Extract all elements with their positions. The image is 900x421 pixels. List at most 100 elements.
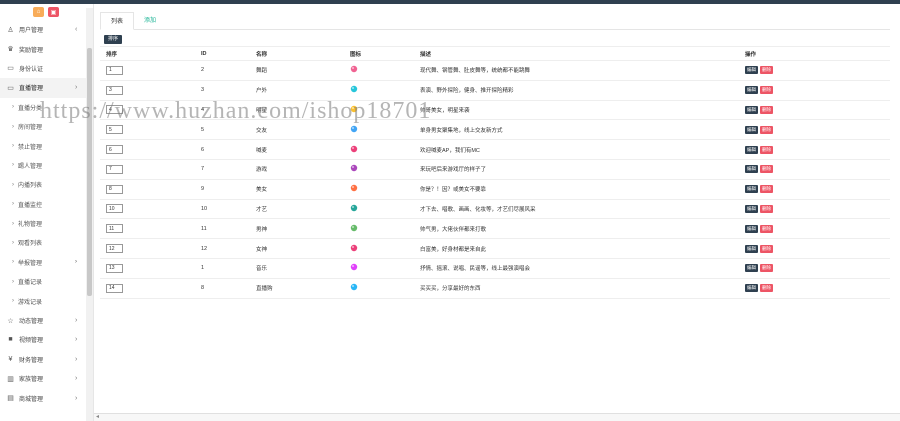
cell-name: 音乐 [250, 258, 344, 279]
sidebar-subitem[interactable]: › 观看列表 [0, 233, 93, 252]
cell-name: 喊麦 [250, 139, 344, 160]
sort-order-input[interactable] [106, 145, 123, 155]
sort-order-input[interactable] [106, 85, 123, 95]
sidebar-item[interactable]: ♛ 奖励管理 [0, 39, 93, 58]
cell-name: 游戏 [250, 159, 344, 180]
sidebar-item-label: 商城管理 [19, 396, 44, 403]
tab-list[interactable]: 列表 [100, 12, 135, 30]
sidebar-item[interactable]: ▭ 直播管理 › [0, 78, 93, 98]
sidebar-item[interactable]: ☆ 动态管理 › [0, 311, 93, 330]
caret-right-icon: › [12, 220, 14, 227]
sidebar-subitem[interactable]: › 直播记录 [0, 272, 93, 291]
edit-button[interactable]: 编辑 [745, 165, 758, 174]
edit-button[interactable]: 编辑 [745, 244, 758, 253]
category-icon [350, 283, 358, 291]
sort-order-input[interactable] [106, 244, 123, 254]
sort-order-input[interactable] [106, 224, 123, 234]
edit-button[interactable]: 编辑 [745, 125, 758, 134]
edit-button[interactable]: 编辑 [745, 204, 758, 213]
cell-name: 舞蹈 [250, 60, 344, 81]
category-icon [350, 184, 358, 192]
sidebar-item-label: 身份认证 [19, 66, 44, 73]
cell-actions: 编辑 删除 [739, 179, 890, 200]
chevron-icon: › [75, 355, 78, 363]
cell-desc: 现代舞、钢管舞、肚皮舞等，统统都不能跳舞 [414, 60, 739, 81]
delete-button[interactable]: 删除 [760, 284, 773, 293]
sort-order-input[interactable] [106, 65, 123, 75]
cell-desc: 买买买，分享最好的东西 [414, 278, 739, 299]
sidebar-item[interactable]: ▤ 商城管理 › [0, 388, 93, 407]
sort-order-input[interactable] [106, 164, 123, 174]
sidebar-scrollbar[interactable] [86, 8, 93, 421]
sidebar-scrollbar-thumb[interactable] [87, 48, 92, 296]
sidebar-subitem[interactable]: › 内播列表 [0, 175, 93, 194]
cell-icon [344, 218, 414, 240]
home-icon[interactable]: ⌂ [33, 7, 44, 17]
sidebar-item-label: 直播监控 [18, 202, 43, 209]
edit-button[interactable]: 编辑 [745, 284, 758, 293]
delete-button[interactable]: 删除 [760, 185, 773, 194]
sort-button[interactable]: 排序 [104, 35, 123, 44]
delete-button[interactable]: 删除 [760, 145, 773, 154]
cell-desc: 才下去、唱歌、画画、化妆等，才艺们尽展风采 [414, 199, 739, 220]
tab-add[interactable]: 添加 [134, 12, 166, 30]
cell-desc: 抒情、摇滚、说唱、民谣等，线上最强演唱会 [414, 258, 739, 279]
sort-order-input[interactable] [106, 125, 123, 135]
sort-order-input[interactable] [106, 283, 123, 293]
delete-button[interactable]: 删除 [760, 264, 773, 273]
delete-button[interactable]: 删除 [760, 244, 773, 253]
edit-button[interactable]: 编辑 [745, 224, 758, 233]
header-icon: 图标 [344, 46, 414, 61]
cell-sort [100, 238, 195, 259]
cell-desc: 来玩吧后来游戏厅的样子了 [414, 159, 739, 180]
sidebar-item[interactable]: ♙ 用户管理 ‹ [0, 20, 93, 39]
delete-button[interactable]: 删除 [760, 66, 773, 75]
cell-desc: 帅气男，大佬伙伴都来打歌 [414, 218, 739, 240]
trash-icon[interactable]: ▣ [48, 7, 59, 17]
edit-button[interactable]: 编辑 [745, 264, 758, 273]
sidebar-item[interactable]: ■ 视频管理 › [0, 330, 93, 349]
delete-button[interactable]: 删除 [760, 204, 773, 213]
edit-button[interactable]: 编辑 [745, 105, 758, 114]
cell-desc: 帅哥美女，明星来袭 [414, 100, 739, 121]
edit-button[interactable]: 编辑 [745, 185, 758, 194]
chevron-icon: › [75, 84, 78, 92]
sidebar-item[interactable]: ▥ 家族管理 › [0, 369, 93, 388]
edit-button[interactable]: 编辑 [745, 145, 758, 154]
sidebar-subitem[interactable]: › 直播监控 [0, 195, 93, 214]
sort-order-input[interactable] [106, 184, 123, 194]
cell-actions: 编辑 删除 [739, 139, 890, 160]
delete-button[interactable]: 删除 [760, 105, 773, 114]
sidebar-item[interactable]: ¥ 财务管理 › [0, 350, 93, 369]
category-icon [350, 145, 358, 152]
scroll-left-icon[interactable]: ◂ [96, 413, 99, 420]
cell-id: 2 [195, 60, 250, 81]
cell-desc: 你是？！因？或美女不要靠 [414, 179, 739, 200]
cell-name: 男神 [250, 218, 344, 240]
sidebar-subitem[interactable]: › 举报管理 › [0, 253, 93, 272]
horizontal-scrollbar[interactable]: ◂ [94, 413, 900, 421]
delete-button[interactable]: 删除 [760, 125, 773, 134]
sidebar-item-label: 游戏记录 [18, 299, 43, 306]
table-row: 6喊麦欢迎喊麦AP，我们有MC编辑删除 [100, 139, 890, 160]
sort-order-input[interactable] [106, 263, 123, 273]
sidebar-item-label: 禁止管理 [18, 144, 43, 151]
sidebar-subitem[interactable]: › 游戏记录 [0, 291, 93, 310]
delete-button[interactable]: 删除 [760, 165, 773, 174]
category-icon [350, 165, 358, 172]
edit-button[interactable]: 编辑 [745, 66, 758, 75]
table-row: 8直播购 买买买，分享最好的东西编辑删除 [100, 278, 890, 299]
yen-icon: ¥ [8, 355, 13, 363]
delete-button[interactable]: 删除 [760, 224, 773, 233]
sidebar-subitem[interactable]: › 礼物管理 [0, 214, 93, 233]
category-table: 排序 ID 名称 图标 描述 操作 2舞蹈 现代舞、钢管舞、肚皮舞等，统统都不能跳… [100, 46, 890, 299]
sidebar-item[interactable]: ▭ 身份认证 [0, 59, 93, 78]
sidebar-item-label: 观看列表 [18, 241, 43, 248]
sidebar-subitem[interactable]: › 禁止管理 [0, 136, 93, 155]
sidebar-subitem[interactable]: › 踢人管理 [0, 156, 93, 175]
cell-sort [100, 218, 195, 240]
delete-button[interactable]: 删除 [760, 86, 773, 95]
sort-order-input[interactable] [106, 204, 123, 214]
edit-button[interactable]: 编辑 [745, 86, 758, 95]
cell-icon [344, 199, 414, 220]
